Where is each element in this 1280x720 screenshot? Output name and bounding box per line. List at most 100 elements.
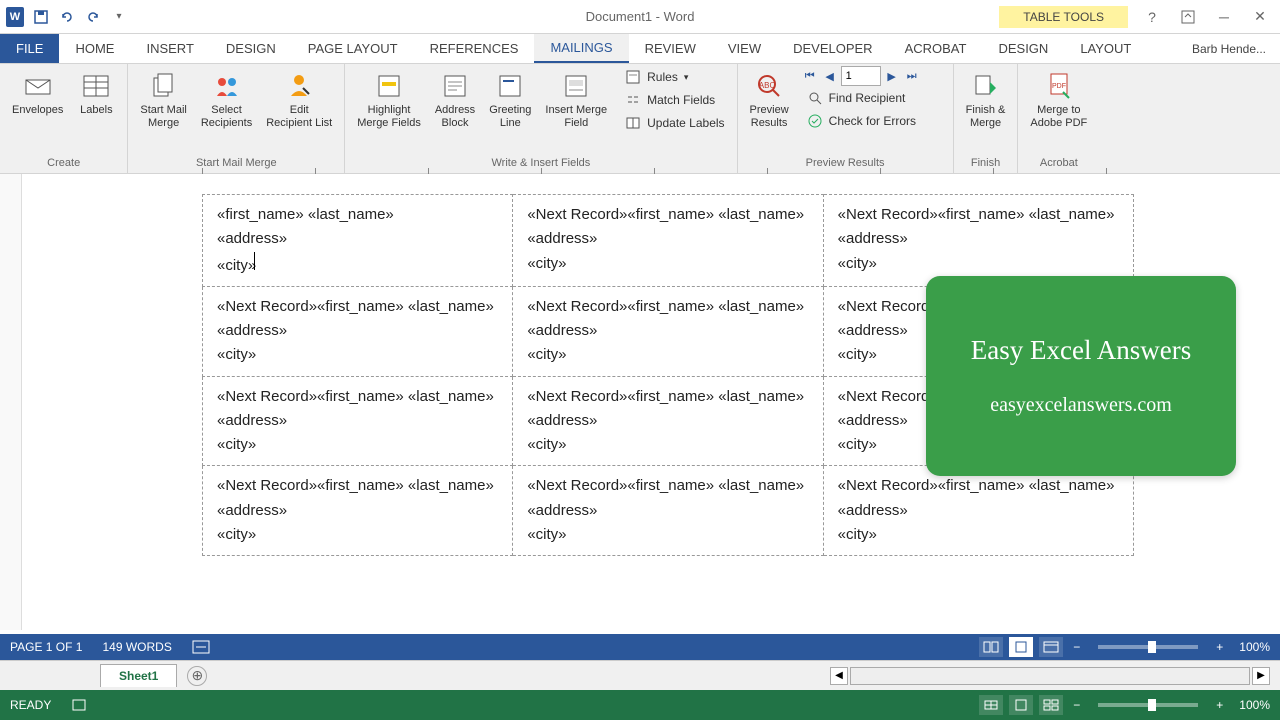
print-layout-icon[interactable] <box>1009 637 1033 657</box>
quick-access-toolbar: W ▾ <box>0 8 128 26</box>
web-layout-icon[interactable] <box>1039 637 1063 657</box>
label-cell[interactable]: «Next Record»«first_name» «last_name» «a… <box>203 376 513 466</box>
start-mail-merge-button[interactable]: Start Mail Merge <box>134 66 192 133</box>
insert-merge-field-button[interactable]: Insert Merge Field <box>539 66 613 133</box>
record-number-input[interactable] <box>841 66 881 86</box>
update-labels-button[interactable]: Update Labels <box>619 112 730 134</box>
ribbon-group-start: Start Mail Merge Select Recipients Edit … <box>128 64 345 173</box>
zoom-in-icon[interactable]: + <box>1212 640 1227 654</box>
excel-zoom-level[interactable]: 100% <box>1239 698 1270 712</box>
word-count[interactable]: 149 WORDS <box>102 640 171 654</box>
tab-references[interactable]: REFERENCES <box>414 34 535 63</box>
sheet-tab-1[interactable]: Sheet1 <box>100 664 177 687</box>
preview-results-button[interactable]: ABC Preview Results <box>744 66 795 133</box>
tab-developer[interactable]: DEVELOPER <box>777 34 888 63</box>
tab-review[interactable]: REVIEW <box>629 34 712 63</box>
undo-icon[interactable] <box>58 8 76 26</box>
page-indicator[interactable]: PAGE 1 OF 1 <box>10 640 82 654</box>
zoom-out-icon[interactable]: − <box>1069 640 1084 654</box>
last-record-icon[interactable]: ⏭ <box>903 67 921 85</box>
qat-dropdown-icon[interactable]: ▾ <box>110 8 128 26</box>
excel-zoom-in-icon[interactable]: + <box>1212 698 1227 712</box>
select-recipients-button[interactable]: Select Recipients <box>195 66 258 133</box>
address-block-button[interactable]: Address Block <box>429 66 481 133</box>
overlay-title: Easy Excel Answers <box>971 335 1191 366</box>
zoom-level[interactable]: 100% <box>1239 640 1270 654</box>
finish-merge-button[interactable]: Finish & Merge <box>960 66 1012 133</box>
label-cell[interactable]: «Next Record»«first_name» «last_name» «a… <box>823 195 1133 287</box>
label-cell[interactable]: «Next Record»«first_name» «last_name» «a… <box>203 466 513 556</box>
tab-mailings[interactable]: MAILINGS <box>534 34 628 63</box>
close-icon[interactable]: ✕ <box>1248 5 1272 29</box>
labels-icon <box>80 70 112 102</box>
check-errors-button[interactable]: Check for Errors <box>801 110 947 132</box>
recipients-icon <box>211 70 243 102</box>
merge-to-pdf-button[interactable]: PDF Merge to Adobe PDF <box>1024 66 1093 133</box>
tab-insert[interactable]: INSERT <box>130 34 209 63</box>
scroll-right-icon[interactable]: ▶ <box>1252 667 1270 685</box>
ribbon-group-write: Highlight Merge Fields Address Block Gre… <box>345 64 737 173</box>
tab-view[interactable]: VIEW <box>712 34 777 63</box>
rules-button[interactable]: Rules ▾ <box>619 66 730 88</box>
redo-icon[interactable] <box>84 8 102 26</box>
label-cell[interactable]: «Next Record»«first_name» «last_name» «a… <box>823 466 1133 556</box>
label-cell[interactable]: «Next Record»«first_name» «last_name» «a… <box>513 195 823 287</box>
word-logo-icon: W <box>6 8 24 26</box>
help-icon[interactable]: ? <box>1140 5 1164 29</box>
check-icon <box>807 113 823 129</box>
tab-table-design[interactable]: DESIGN <box>982 34 1064 63</box>
tab-page-layout[interactable]: PAGE LAYOUT <box>292 34 414 63</box>
envelopes-button[interactable]: Envelopes <box>6 66 69 121</box>
find-recipient-button[interactable]: Find Recipient <box>801 87 947 109</box>
tab-home[interactable]: HOME <box>59 34 130 63</box>
next-record-icon[interactable]: ▶ <box>883 67 901 85</box>
text-cursor <box>254 252 255 270</box>
minimize-icon[interactable]: ─ <box>1212 5 1236 29</box>
read-mode-icon[interactable] <box>979 637 1003 657</box>
match-fields-button[interactable]: Match Fields <box>619 89 730 111</box>
label-cell[interactable]: «Next Record»«first_name» «last_name» «a… <box>513 466 823 556</box>
horizontal-scrollbar[interactable] <box>850 667 1250 685</box>
highlight-merge-fields-button[interactable]: Highlight Merge Fields <box>351 66 427 133</box>
tab-file[interactable]: FILE <box>0 34 59 63</box>
prev-record-icon[interactable]: ◀ <box>821 67 839 85</box>
add-sheet-icon[interactable]: ⊕ <box>187 666 207 686</box>
first-record-icon[interactable]: ⏮ <box>801 67 819 85</box>
labels-button[interactable]: Labels <box>71 66 121 121</box>
titlebar: W ▾ Document1 - Word TABLE TOOLS ? ─ ✕ <box>0 0 1280 34</box>
ribbon-tabs: FILE HOME INSERT DESIGN PAGE LAYOUT REFE… <box>0 34 1280 64</box>
greeting-line-button[interactable]: Greeting Line <box>483 66 537 133</box>
address-block-icon <box>439 70 471 102</box>
vertical-ruler[interactable] <box>0 174 22 630</box>
excel-zoom-out-icon[interactable]: − <box>1069 698 1084 712</box>
label-cell[interactable]: «Next Record»«first_name» «last_name» «a… <box>203 286 513 376</box>
window-title: Document1 - Word <box>586 9 695 24</box>
find-icon <box>807 90 823 106</box>
tab-acrobat[interactable]: ACROBAT <box>889 34 983 63</box>
promo-overlay: Easy Excel Answers easyexcelanswers.com <box>926 276 1236 476</box>
excel-page-layout-icon[interactable] <box>1009 695 1033 715</box>
label-cell[interactable]: «Next Record»«first_name» «last_name» «a… <box>513 376 823 466</box>
tab-table-layout[interactable]: LAYOUT <box>1064 34 1147 63</box>
proofing-icon[interactable] <box>192 640 210 654</box>
record-nav: ⏮ ◀ ▶ ⏭ <box>801 66 947 86</box>
overlay-url: easyexcelanswers.com <box>990 394 1172 417</box>
preview-icon: ABC <box>753 70 785 102</box>
excel-zoom-slider[interactable] <box>1098 703 1198 707</box>
excel-page-break-icon[interactable] <box>1039 695 1063 715</box>
rules-icon <box>625 69 641 85</box>
macro-icon[interactable] <box>71 698 87 712</box>
label-cell[interactable]: «first_name» «last_name» «address» «city… <box>203 195 513 287</box>
ribbon-options-icon[interactable] <box>1176 5 1200 29</box>
finish-icon <box>970 70 1002 102</box>
envelope-icon <box>22 70 54 102</box>
scroll-left-icon[interactable]: ◀ <box>830 667 848 685</box>
save-icon[interactable] <box>32 8 50 26</box>
excel-normal-view-icon[interactable] <box>979 695 1003 715</box>
edit-recipient-list-button[interactable]: Edit Recipient List <box>260 66 338 133</box>
excel-ready: READY <box>10 698 51 712</box>
account-name[interactable]: Barb Hende... <box>1178 34 1280 63</box>
label-cell[interactable]: «Next Record»«first_name» «last_name» «a… <box>513 286 823 376</box>
zoom-slider[interactable] <box>1098 645 1198 649</box>
tab-design[interactable]: DESIGN <box>210 34 292 63</box>
